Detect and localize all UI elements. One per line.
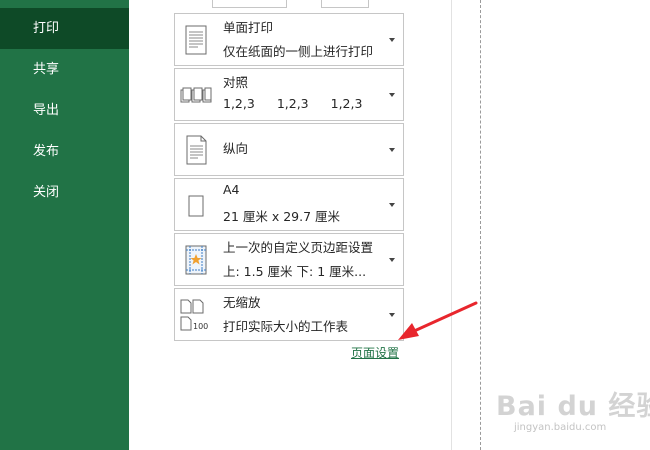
no-scaling-icon: 100 <box>180 299 208 331</box>
chevron-down-icon <box>389 93 395 97</box>
chevron-down-icon <box>389 148 395 152</box>
paper-size-dropdown[interactable]: A4 21 厘米 x 29.7 厘米 <box>174 178 404 231</box>
collate-values: 1,2,3 1,2,3 1,2,3 <box>223 96 384 111</box>
nav-export[interactable]: 导出 <box>0 90 129 131</box>
margins-title: 上一次的自定义页边距设置 <box>223 240 374 255</box>
top-dropdown-right[interactable] <box>321 0 369 8</box>
scaling-title: 无缩放 <box>223 295 261 310</box>
scaling-icon-number: 100 <box>193 322 208 331</box>
chevron-down-icon <box>389 203 395 207</box>
margins-dropdown[interactable]: 上一次的自定义页边距设置 上: 1.5 厘米 下: 1 厘米... <box>174 233 404 286</box>
collate-dropdown[interactable]: 对照 1,2,3 1,2,3 1,2,3 <box>174 68 404 121</box>
paper-icon <box>188 195 204 217</box>
orientation-dropdown[interactable]: 纵向 <box>174 123 404 176</box>
backstage-sidebar: 打印 共享 导出 发布 关闭 <box>0 0 129 450</box>
nav-close[interactable]: 关闭 <box>0 172 129 213</box>
top-dropdown-left[interactable] <box>212 0 287 8</box>
orientation-title: 纵向 <box>223 141 249 156</box>
scaling-subtitle: 打印实际大小的工作表 <box>223 319 349 334</box>
sides-title: 单面打印 <box>223 20 274 35</box>
print-sides-dropdown[interactable]: 单面打印 仅在纸面的一侧上进行打印 <box>174 13 404 66</box>
paper-size-title: A4 <box>223 182 240 197</box>
preview-divider <box>451 0 452 450</box>
paper-size-subtitle: 21 厘米 x 29.7 厘米 <box>223 209 341 224</box>
collate-title: 对照 <box>223 75 249 90</box>
collate-value: 1,2,3 <box>330 96 363 111</box>
chevron-down-icon <box>389 38 395 42</box>
margins-subtitle: 上: 1.5 厘米 下: 1 厘米... <box>223 264 367 279</box>
collate-icon <box>180 87 212 103</box>
print-preview-page-edge <box>480 0 481 450</box>
annotation-arrow-icon <box>398 301 478 340</box>
nav-print[interactable]: 打印 <box>0 8 129 49</box>
collate-value: 1,2,3 <box>223 96 255 111</box>
collate-value: 1,2,3 <box>276 96 309 111</box>
scaling-dropdown[interactable]: 100 无缩放 打印实际大小的工作表 <box>174 288 404 341</box>
chevron-down-icon <box>389 258 395 262</box>
baidu-jingyan-watermark: Bai du 经验 jingyan.baidu.com <box>496 384 650 446</box>
nav-publish[interactable]: 发布 <box>0 131 129 172</box>
watermark-url: jingyan.baidu.com <box>514 422 607 433</box>
custom-margins-icon <box>185 245 207 275</box>
nav-share[interactable]: 共享 <box>0 49 129 90</box>
sides-subtitle: 仅在纸面的一侧上进行打印 <box>223 44 374 59</box>
portrait-icon <box>186 135 207 165</box>
single-sided-icon <box>185 25 207 55</box>
watermark-text: Bai du 经验 <box>496 391 650 422</box>
